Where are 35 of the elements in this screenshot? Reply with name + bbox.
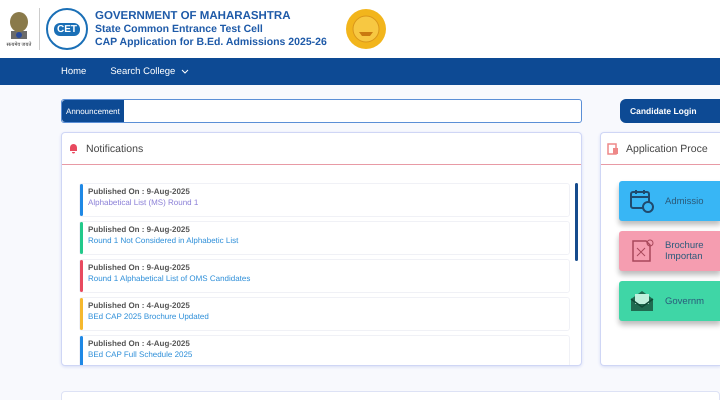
- notification-item[interactable]: Published On : 4-Aug-2025 BEd CAP Full Schedule 2025: [79, 335, 570, 365]
- announcement-label: Announcement: [62, 100, 124, 122]
- calendar-icon: [629, 188, 655, 214]
- notification-item[interactable]: Published On : 4-Aug-2025 BEd CAP 2025 Brochure Updated: [79, 297, 570, 331]
- notification-item[interactable]: Published On : 9-Aug-2025 Alphabetical List (MS) Round 1: [79, 183, 570, 217]
- notification-link[interactable]: BEd CAP 2025 Brochure Updated: [88, 312, 209, 321]
- envelope-icon: [629, 288, 655, 314]
- header-title: GOVERNMENT OF MAHARASHTRA: [95, 10, 292, 22]
- notification-link[interactable]: Round 1 Not Considered in Alphabetic List: [88, 236, 238, 245]
- published-date: Published On : 9-Aug-2025: [88, 225, 191, 234]
- bell-icon: [68, 143, 79, 154]
- document-icon: [607, 142, 619, 154]
- scrollbar[interactable]: [575, 183, 578, 261]
- published-date: Published On : 4-Aug-2025: [88, 301, 191, 310]
- published-date: Published On : 9-Aug-2025: [88, 187, 191, 196]
- notification-item[interactable]: Published On : 9-Aug-2025 Round 1 Not Considered in Alphabetic List: [79, 221, 570, 255]
- process-tile[interactable]: Brochure Importan: [619, 231, 720, 271]
- published-date: Published On : 4-Aug-2025: [88, 339, 191, 348]
- header-title: CAP Application for B.Ed. Admissions 2025-26: [95, 36, 327, 48]
- candidate-login-button[interactable]: Candidate Login: [620, 99, 720, 123]
- notifications-title: Notifications: [86, 142, 144, 154]
- nav-link[interactable]: Home: [61, 66, 86, 77]
- notification-link[interactable]: Round 1 Alphabetical List of OMS Candidates: [88, 274, 250, 283]
- tile-label: Admissio: [665, 196, 704, 206]
- notification-item[interactable]: Published On : 9-Aug-2025 Round 1 Alphabetical List of OMS Candidates: [79, 259, 570, 293]
- header-title: State Common Entrance Test Cell: [95, 23, 264, 35]
- cet-logo: CET: [46, 8, 88, 50]
- published-date: Published On : 9-Aug-2025: [88, 263, 191, 272]
- tile-label: Brochure: [665, 240, 704, 251]
- process-tile[interactable]: Governm: [619, 281, 720, 321]
- application-process-title: Application Proce: [626, 142, 708, 154]
- seal-icon: [344, 8, 387, 50]
- tile-label: Governm: [665, 296, 704, 306]
- tile-label: Importan: [665, 251, 704, 262]
- nav-link[interactable]: Search College: [110, 66, 190, 77]
